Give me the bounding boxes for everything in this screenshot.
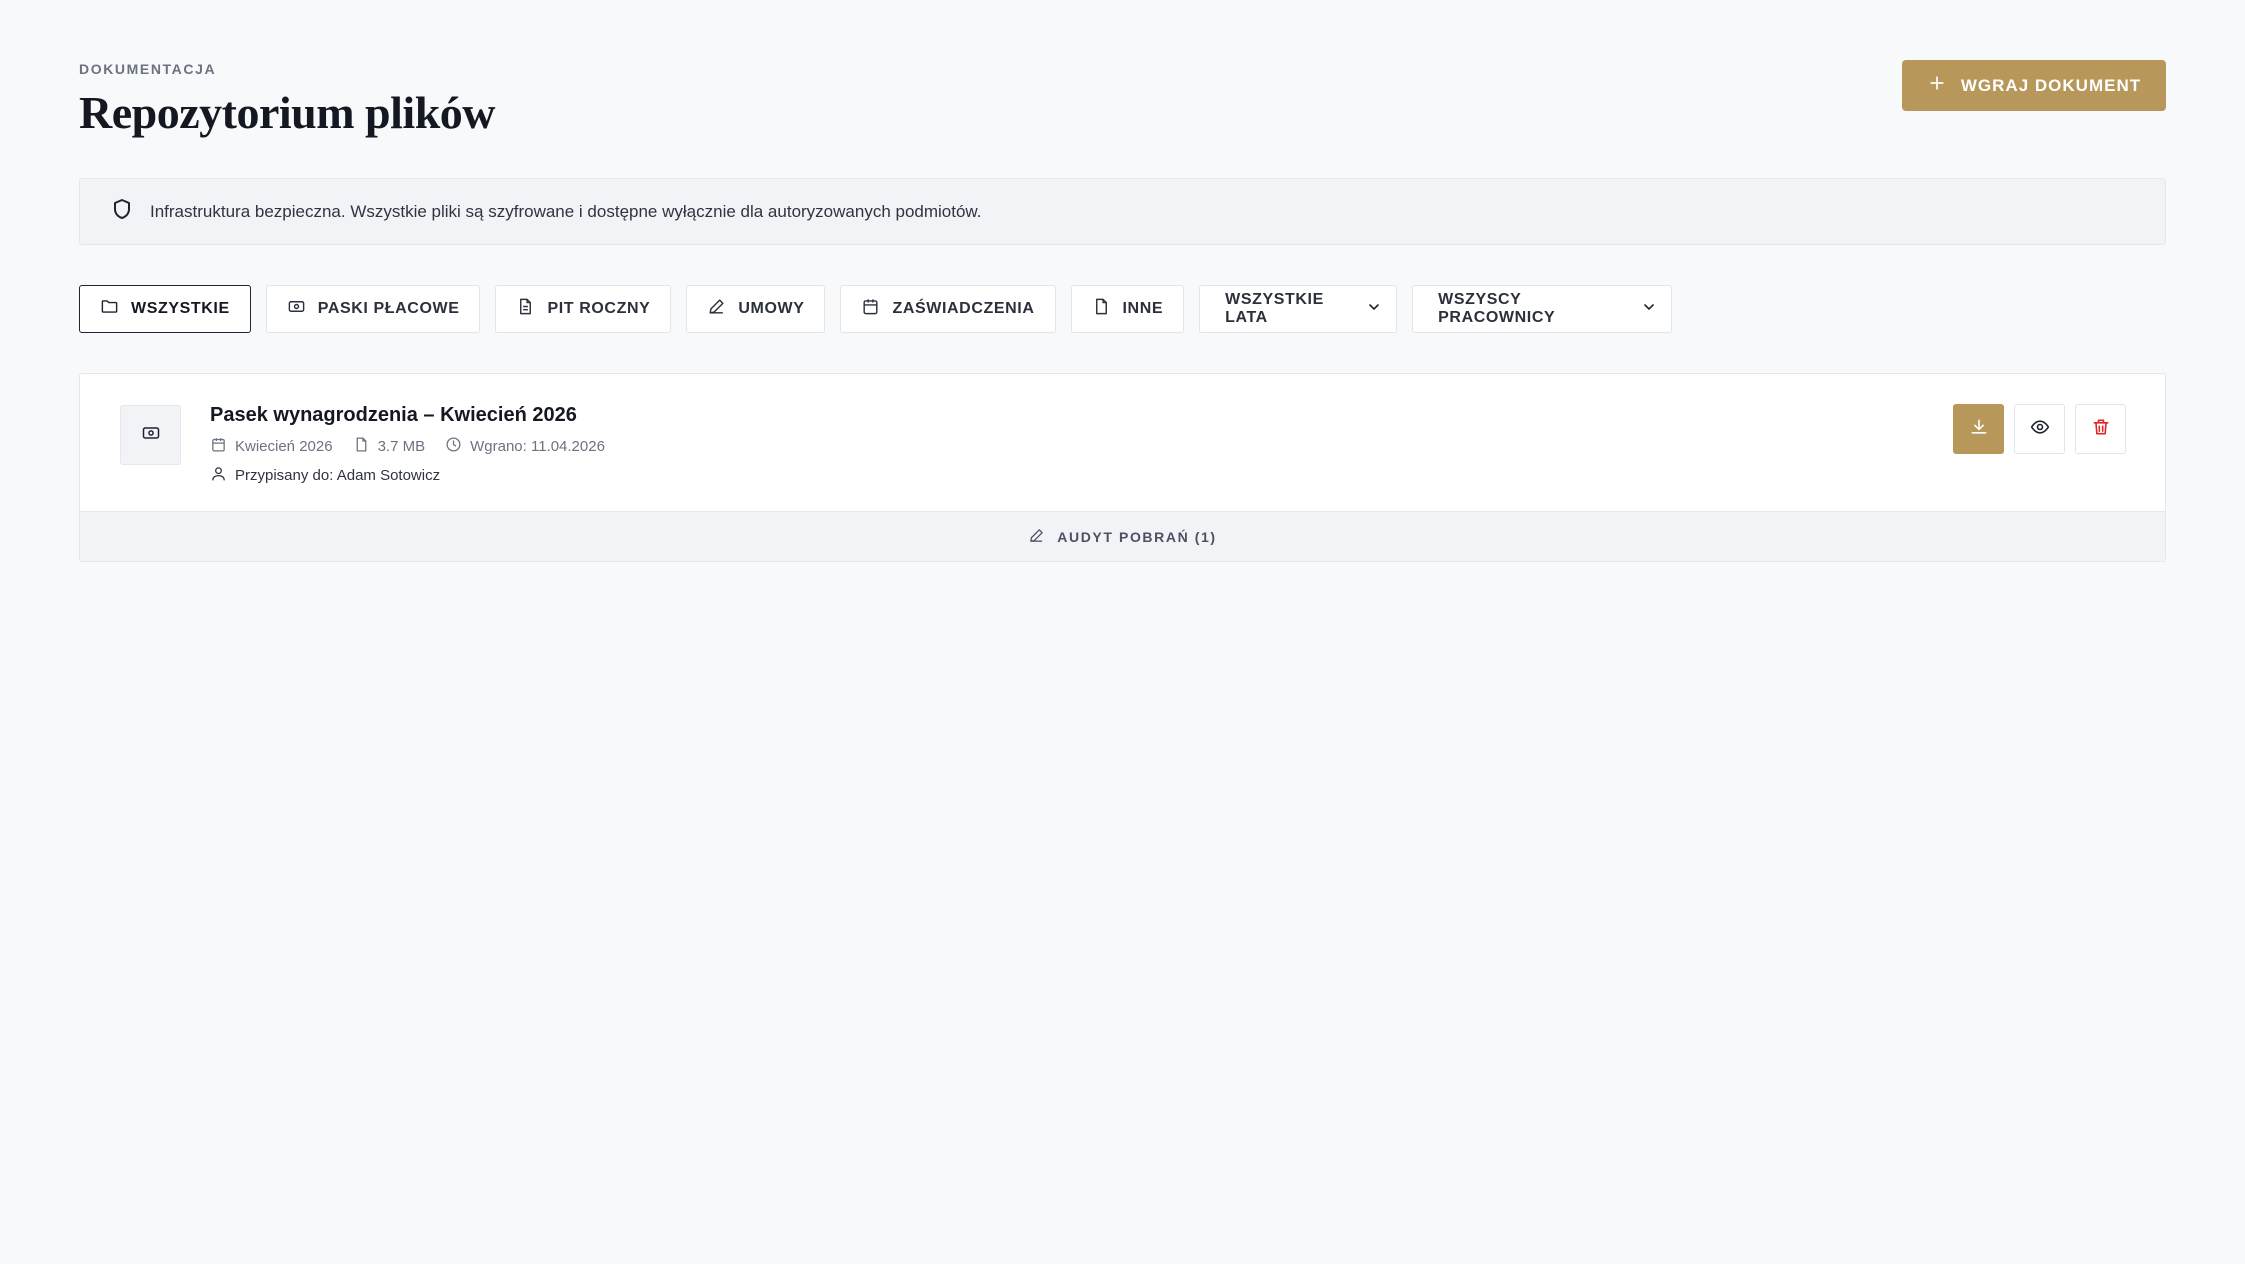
document-type-icon bbox=[120, 405, 181, 465]
calendar-icon bbox=[861, 297, 880, 321]
security-notice-text: Infrastruktura bezpieczna. Wszystkie pli… bbox=[150, 201, 982, 221]
preview-button[interactable] bbox=[2014, 404, 2065, 454]
user-icon bbox=[210, 465, 227, 486]
upload-document-label: WGRAJ DOKUMENT bbox=[1960, 75, 2142, 95]
banknote-icon bbox=[141, 423, 161, 448]
filter-tab-label: PASKI PŁACOWE bbox=[317, 300, 460, 317]
document-uploaded: Wgrano: 11.04.2026 bbox=[445, 436, 605, 457]
trash-icon bbox=[2091, 417, 2111, 442]
filter-tab-payslips[interactable]: PASKI PŁACOWE bbox=[265, 285, 481, 333]
section-eyebrow: DOKUMENTACJA bbox=[79, 61, 217, 77]
download-icon bbox=[1969, 417, 1989, 442]
filter-bar: WSZYSTKIE PASKI PŁACOWE PIT ROCZNY UMOWY… bbox=[79, 285, 1673, 333]
file-icon bbox=[353, 436, 370, 457]
filter-tab-certificates[interactable]: ZAŚWIADCZENIA bbox=[840, 285, 1056, 333]
folder-icon bbox=[100, 297, 119, 321]
delete-button[interactable] bbox=[2075, 404, 2126, 454]
employee-select-value: WSZYSCY PRACOWNICY bbox=[1438, 291, 1556, 326]
document-size-text: 3.7 MB bbox=[377, 438, 426, 455]
filter-tab-label: PIT ROCZNY bbox=[547, 300, 651, 317]
filter-tab-pit[interactable]: PIT ROCZNY bbox=[495, 285, 672, 333]
file-icon bbox=[1092, 297, 1111, 321]
pen-icon bbox=[707, 297, 726, 321]
document-assignee: Przypisany do: Adam Sotowicz bbox=[210, 465, 440, 486]
document-meta: Kwiecień 2026 3.7 MB Wgrano: 11.04.2026 bbox=[210, 436, 605, 457]
document-assignee-text: Przypisany do: Adam Sotowicz bbox=[235, 467, 441, 484]
filter-tab-label: WSZYSTKIE bbox=[131, 300, 230, 317]
download-audit-toggle[interactable]: AUDYT POBRAŃ (1) bbox=[80, 511, 2165, 561]
download-audit-label: AUDYT POBRAŃ (1) bbox=[1057, 528, 1217, 545]
document-size: 3.7 MB bbox=[353, 436, 426, 457]
eye-icon bbox=[2030, 417, 2050, 442]
filter-tab-all[interactable]: WSZYSTKIE bbox=[79, 285, 251, 333]
document-period-text: Kwiecień 2026 bbox=[235, 438, 333, 455]
chevron-down-icon bbox=[1641, 299, 1657, 320]
filter-tab-contracts[interactable]: UMOWY bbox=[686, 285, 826, 333]
document-period: Kwiecień 2026 bbox=[210, 436, 333, 457]
document-actions bbox=[1953, 404, 2126, 454]
document-card: Pasek wynagrodzenia – Kwiecień 2026 Kwie… bbox=[79, 373, 2166, 562]
plus-icon bbox=[1927, 73, 1947, 98]
filter-tab-label: ZAŚWIADCZENIA bbox=[892, 300, 1035, 317]
upload-document-button[interactable]: WGRAJ DOKUMENT bbox=[1902, 60, 2166, 111]
employee-select[interactable]: WSZYSCY PRACOWNICY bbox=[1412, 285, 1673, 333]
pen-icon bbox=[1028, 527, 1045, 547]
year-select-value: WSZYSTKIE LATA bbox=[1225, 291, 1324, 326]
download-button[interactable] bbox=[1953, 404, 2004, 454]
file-text-icon bbox=[516, 297, 535, 321]
chevron-down-icon bbox=[1366, 299, 1382, 320]
calendar-icon bbox=[210, 436, 227, 457]
document-title: Pasek wynagrodzenia – Kwiecień 2026 bbox=[210, 404, 577, 426]
banknote-icon bbox=[287, 297, 306, 321]
security-notice: Infrastruktura bezpieczna. Wszystkie pli… bbox=[79, 178, 2166, 245]
filter-tab-label: INNE bbox=[1122, 300, 1164, 317]
page-title: Repozytorium plików bbox=[79, 87, 496, 138]
clock-icon bbox=[445, 436, 462, 457]
filter-tab-other[interactable]: INNE bbox=[1070, 285, 1185, 333]
document-uploaded-text: Wgrano: 11.04.2026 bbox=[470, 438, 605, 455]
shield-icon bbox=[110, 197, 134, 226]
filter-tab-label: UMOWY bbox=[738, 300, 805, 317]
year-select[interactable]: WSZYSTKIE LATA bbox=[1199, 285, 1398, 333]
